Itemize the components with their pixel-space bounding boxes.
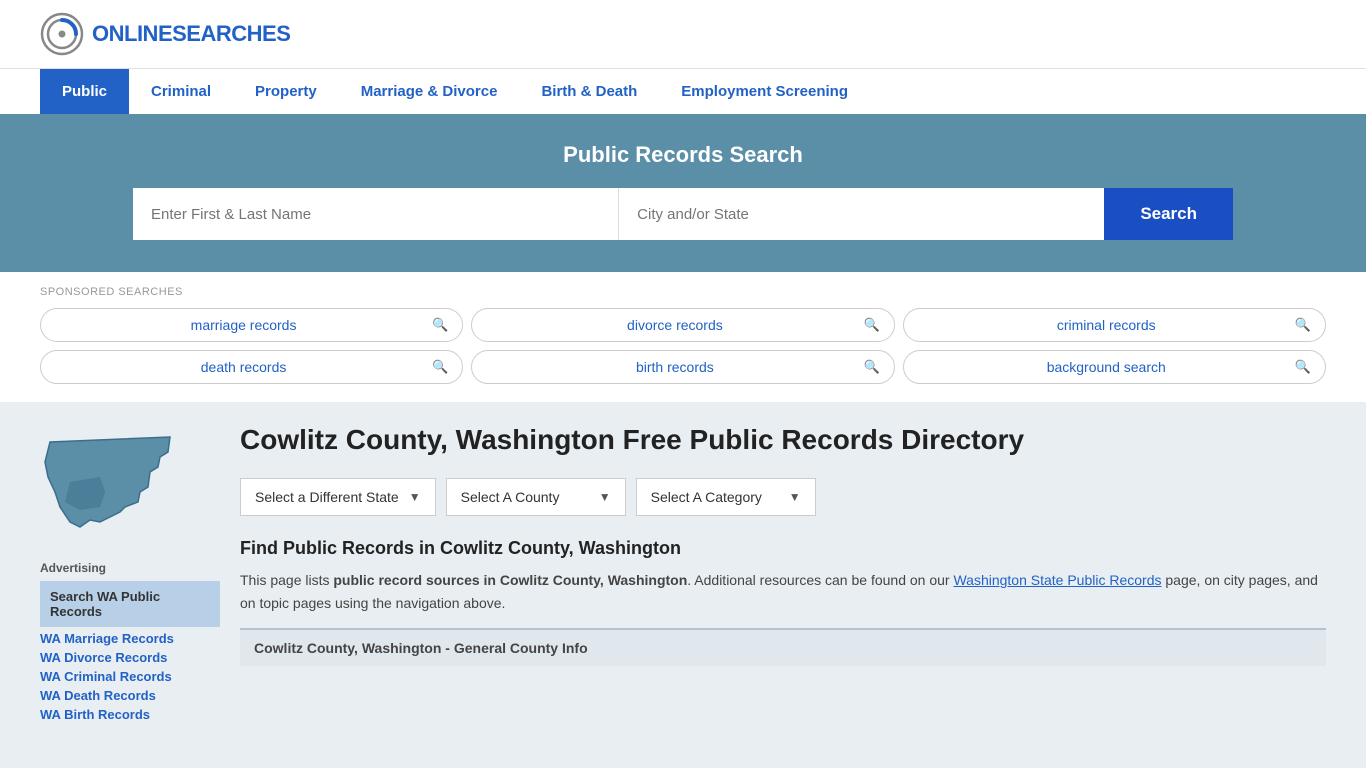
county-info-bar: Cowlitz County, Washington - General Cou… bbox=[240, 628, 1326, 666]
search-icon-1: 🔍 bbox=[863, 317, 879, 333]
washington-map bbox=[40, 422, 180, 542]
sidebar-link-4[interactable]: WA Birth Records bbox=[40, 705, 220, 724]
sponsored-link-criminal[interactable]: criminal records bbox=[918, 317, 1295, 333]
sponsored-link-birth[interactable]: birth records bbox=[486, 359, 863, 375]
sidebar-link-3[interactable]: WA Death Records bbox=[40, 686, 220, 705]
main-nav: Public Criminal Property Marriage & Divo… bbox=[0, 68, 1366, 114]
sponsored-link-background[interactable]: background search bbox=[918, 359, 1295, 375]
sponsored-section: SPONSORED SEARCHES marriage records 🔍 di… bbox=[0, 272, 1366, 402]
sponsored-item-death[interactable]: death records 🔍 bbox=[40, 350, 463, 384]
sponsored-item-criminal[interactable]: criminal records 🔍 bbox=[903, 308, 1326, 342]
search-icon-4: 🔍 bbox=[863, 359, 879, 375]
nav-item-criminal[interactable]: Criminal bbox=[129, 69, 233, 114]
category-dropdown[interactable]: Select A Category ▼ bbox=[636, 478, 816, 516]
sidebar-link-0[interactable]: WA Marriage Records bbox=[40, 629, 220, 648]
county-dropdown[interactable]: Select A County ▼ bbox=[446, 478, 626, 516]
sponsored-item-marriage[interactable]: marriage records 🔍 bbox=[40, 308, 463, 342]
nav-item-property[interactable]: Property bbox=[233, 69, 339, 114]
content-area: Cowlitz County, Washington Free Public R… bbox=[240, 422, 1326, 724]
location-input[interactable] bbox=[619, 188, 1104, 240]
sidebar-ad-label: Advertising bbox=[40, 561, 220, 575]
state-dropdown[interactable]: Select a Different State ▼ bbox=[240, 478, 436, 516]
chevron-down-icon-2: ▼ bbox=[599, 490, 611, 504]
sponsored-link-divorce[interactable]: divorce records bbox=[486, 317, 863, 333]
nav-item-employment[interactable]: Employment Screening bbox=[659, 69, 870, 114]
search-bar: Search bbox=[133, 188, 1233, 240]
category-dropdown-text: Select A Category bbox=[651, 489, 779, 505]
logo[interactable]: ONLINESEARCHES bbox=[40, 12, 290, 56]
sponsored-link-marriage[interactable]: marriage records bbox=[55, 317, 432, 333]
sponsored-label: SPONSORED SEARCHES bbox=[40, 286, 1326, 298]
sidebar-link-1[interactable]: WA Divorce Records bbox=[40, 648, 220, 667]
sponsored-item-background[interactable]: background search 🔍 bbox=[903, 350, 1326, 384]
search-icon-0: 🔍 bbox=[432, 317, 448, 333]
name-input[interactable] bbox=[133, 188, 619, 240]
header: ONLINESEARCHES bbox=[0, 0, 1366, 68]
main-content: Advertising Search WA Public Records WA … bbox=[0, 402, 1366, 744]
description-text: This page lists public record sources in… bbox=[240, 569, 1326, 614]
sponsored-grid: marriage records 🔍 divorce records 🔍 cri… bbox=[40, 308, 1326, 384]
hero-title: Public Records Search bbox=[40, 142, 1326, 168]
sponsored-link-death[interactable]: death records bbox=[55, 359, 432, 375]
sidebar-link-2[interactable]: WA Criminal Records bbox=[40, 667, 220, 686]
sidebar-ad-link[interactable]: Search WA Public Records bbox=[40, 581, 220, 627]
search-button[interactable]: Search bbox=[1104, 188, 1233, 240]
sponsored-item-divorce[interactable]: divorce records 🔍 bbox=[471, 308, 894, 342]
hero-section: Public Records Search Search bbox=[0, 114, 1366, 272]
dropdowns-row: Select a Different State ▼ Select A Coun… bbox=[240, 478, 1326, 516]
sidebar: Advertising Search WA Public Records WA … bbox=[40, 422, 220, 724]
nav-item-birth[interactable]: Birth & Death bbox=[519, 69, 659, 114]
nav-item-public[interactable]: Public bbox=[40, 69, 129, 114]
search-icon-3: 🔍 bbox=[432, 359, 448, 375]
wa-public-records-link[interactable]: Washington State Public Records bbox=[953, 572, 1161, 588]
sponsored-item-birth[interactable]: birth records 🔍 bbox=[471, 350, 894, 384]
find-records-title: Find Public Records in Cowlitz County, W… bbox=[240, 538, 1326, 559]
search-icon-5: 🔍 bbox=[1295, 359, 1311, 375]
chevron-down-icon-3: ▼ bbox=[789, 490, 801, 504]
state-dropdown-text: Select a Different State bbox=[255, 489, 399, 505]
logo-text: ONLINESEARCHES bbox=[92, 21, 290, 47]
logo-icon bbox=[40, 12, 84, 56]
chevron-down-icon: ▼ bbox=[409, 490, 421, 504]
county-dropdown-text: Select A County bbox=[461, 489, 589, 505]
nav-item-marriage[interactable]: Marriage & Divorce bbox=[339, 69, 520, 114]
page-title: Cowlitz County, Washington Free Public R… bbox=[240, 422, 1326, 458]
search-icon-2: 🔍 bbox=[1295, 317, 1311, 333]
